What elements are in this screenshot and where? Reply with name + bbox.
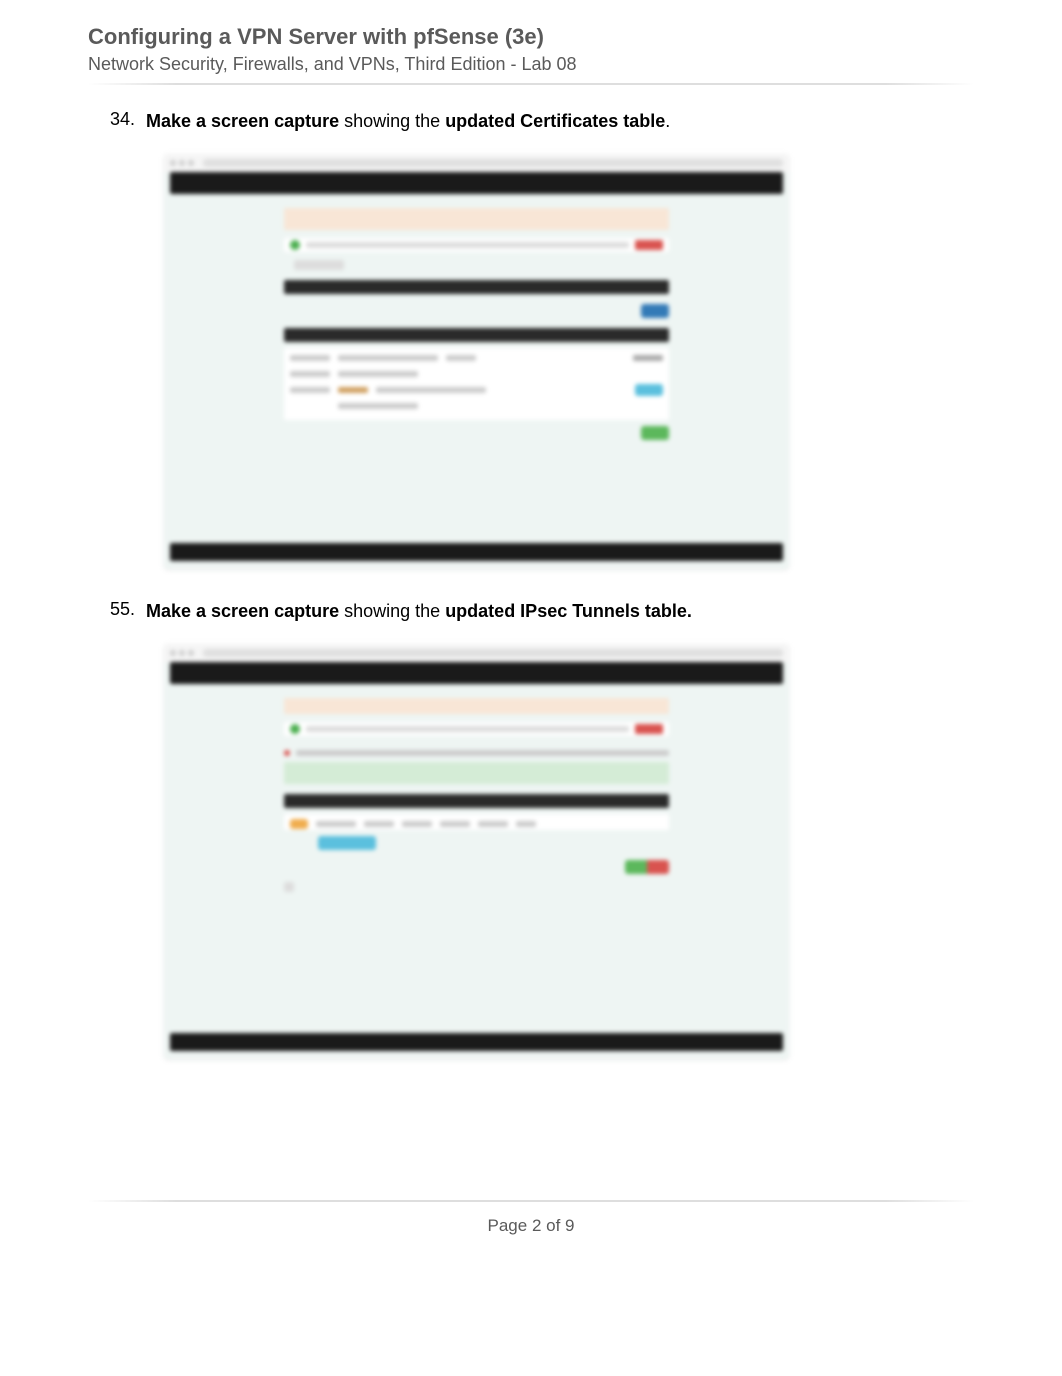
instruction-item: 34. Make a screen capture showing the up… (110, 109, 974, 134)
item-number: 55. (110, 599, 146, 624)
screenshot-certificates (164, 154, 789, 569)
screenshot-ipsec (164, 644, 789, 1059)
page-number: Page 2 of 9 (88, 1216, 974, 1236)
item-bold1: Make a screen capture (146, 111, 339, 131)
item-bold1: Make a screen capture (146, 601, 339, 621)
item-bold2: updated IPsec Tunnels table. (445, 601, 692, 621)
item-text: Make a screen capture showing the update… (146, 109, 670, 134)
item-mid: showing the (339, 601, 445, 621)
instruction-item: 55. Make a screen capture showing the up… (110, 599, 974, 624)
item-text: Make a screen capture showing the update… (146, 599, 692, 624)
page-title: Configuring a VPN Server with pfSense (3… (88, 24, 974, 50)
item-mid: showing the (339, 111, 445, 131)
item-bold2: updated Certificates table (445, 111, 665, 131)
footer-divider (88, 1200, 974, 1202)
item-tail: . (665, 111, 670, 131)
page-subtitle: Network Security, Firewalls, and VPNs, T… (88, 54, 974, 75)
item-number: 34. (110, 109, 146, 134)
header-divider (88, 83, 974, 85)
